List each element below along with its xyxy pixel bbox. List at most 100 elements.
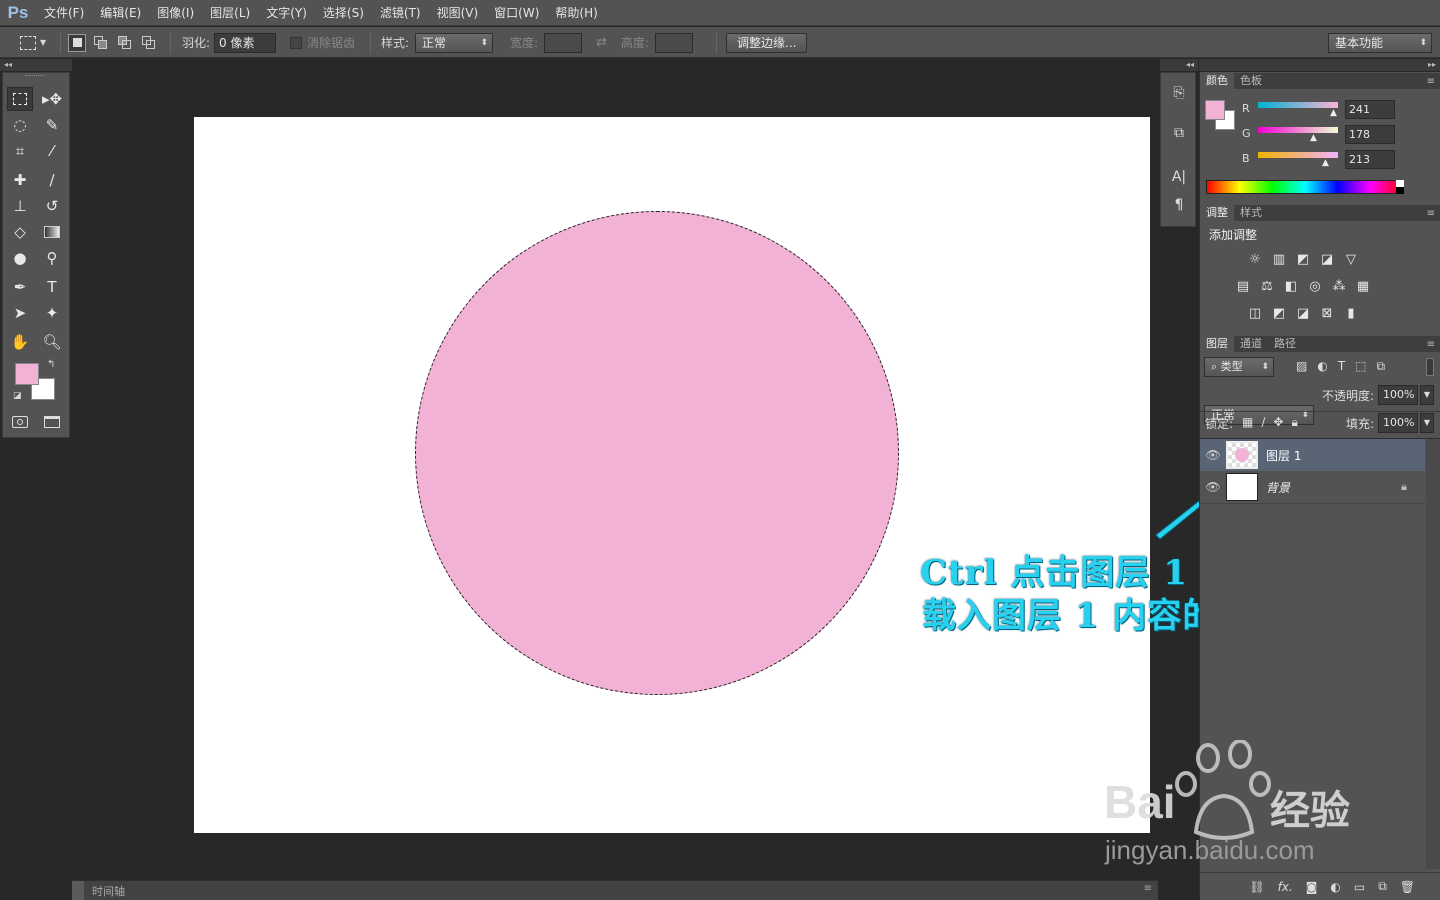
green-slider[interactable] [1258,127,1338,133]
tab-adjustments[interactable]: 调整 [1200,205,1234,221]
color-spectrum-bar[interactable] [1206,180,1404,194]
new-selection-icon[interactable] [68,33,86,52]
lock-position-icon[interactable]: ✥ [1273,415,1283,430]
panel-menu-icon[interactable]: ≡ [1427,76,1435,87]
lasso-icon[interactable]: ◌ [7,113,33,137]
dodge-icon[interactable]: ⚲ [39,246,65,270]
menu-view[interactable]: 视图(V) [429,0,487,26]
timeline-bar[interactable]: 时间轴 ≡ [72,880,1158,900]
hue-saturation-icon[interactable]: ▤ [1235,279,1251,294]
eraser-icon[interactable]: ◇ [7,220,33,244]
menu-image[interactable]: 图像(I) [149,0,202,26]
tab-channels[interactable]: 通道 [1234,336,1268,352]
gradient-map-icon[interactable]: ▮ [1343,306,1359,321]
menu-edit[interactable]: 编辑(E) [92,0,149,26]
vibrance-icon[interactable]: ▽ [1343,252,1359,267]
photo-filter-icon[interactable]: ◎ [1307,279,1323,294]
subtract-selection-icon[interactable] [116,34,134,52]
tab-layers[interactable]: 图层 [1200,336,1234,352]
layer-name[interactable]: 背景 [1266,479,1290,496]
menu-layer[interactable]: 图层(L) [202,0,258,26]
brush-icon[interactable]: ∕ [39,168,65,192]
lock-all-icon[interactable]: 🔒︎ [1291,415,1297,430]
red-slider[interactable] [1258,102,1338,108]
black-white-icon[interactable]: ◧ [1283,279,1299,294]
layers-scrollbar[interactable] [1426,439,1440,869]
slider-thumb-icon[interactable]: ▲ [1310,133,1317,143]
color-panel-foreground-swatch[interactable] [1205,100,1225,120]
character-panel-icon[interactable]: A| [1169,167,1189,187]
height-input[interactable] [655,32,693,53]
menu-window[interactable]: 窗口(W) [486,0,547,26]
panel-collapse-strip[interactable]: ▸▸ [1199,59,1440,71]
tab-swatches[interactable]: 色板 [1234,73,1268,89]
intersect-selection-icon[interactable] [140,34,158,52]
dock-collapse-strip[interactable]: ◂◂ [1160,59,1198,71]
refine-edge-button[interactable]: 调整边缘... [726,32,808,53]
healing-brush-icon[interactable]: ✚ [7,168,33,192]
menu-file[interactable]: 文件(F) [36,0,92,26]
invert-icon[interactable]: ◫ [1247,306,1263,321]
posterize-icon[interactable]: ◩ [1271,306,1287,321]
selective-color-icon[interactable]: ⊠ [1319,306,1335,321]
type-filter-icon[interactable]: T [1338,359,1345,374]
new-group-icon[interactable]: ▭ [1354,880,1365,894]
tab-styles[interactable]: 样式 [1234,205,1268,221]
tab-paths[interactable]: 路径 [1268,336,1302,352]
custom-shape-icon[interactable]: ✦ [39,301,65,325]
adjustment-filter-icon[interactable]: ◐ [1317,359,1327,374]
path-select-icon[interactable]: ➤ [7,301,33,325]
paragraph-panel-icon[interactable]: ¶ [1169,195,1189,215]
brightness-icon[interactable]: ☼ [1247,252,1263,267]
rect-marquee-icon[interactable] [7,87,33,111]
smart-object-filter-icon[interactable]: ⧉ [1377,359,1386,374]
toolbox-collapse-strip[interactable]: ◂◂ [0,59,72,71]
green-value-input[interactable]: 178 [1345,125,1395,144]
feather-input[interactable]: 0 像素 [214,32,277,53]
layer-name[interactable]: 图层 1 [1266,447,1301,464]
new-layer-icon[interactable]: ⧉ [1378,879,1387,894]
layer-filter-select[interactable]: ⌕ 类型 [1204,357,1274,377]
menu-help[interactable]: 帮助(H) [547,0,605,26]
layer-thumbnail[interactable] [1226,441,1258,469]
panel-menu-icon[interactable]: ≡ [1427,208,1435,219]
blur-icon[interactable]: ● [7,246,33,270]
workspace-select[interactable]: 基本功能 [1328,32,1432,53]
eye-icon[interactable]: 👁︎ [1200,448,1226,462]
exposure-icon[interactable]: ◪ [1319,252,1335,267]
slider-thumb-icon[interactable]: ▲ [1330,108,1337,118]
channel-mixer-icon[interactable]: ⁂ [1331,279,1347,294]
tab-color[interactable]: 颜色 [1200,73,1234,89]
add-mask-icon[interactable]: ◙ [1306,880,1318,894]
crop-icon[interactable]: ⌗ [7,139,33,163]
type-tool-icon[interactable]: T [39,275,65,299]
default-colors-icon[interactable]: ◪ [13,391,22,401]
hand-icon[interactable]: ✋ [7,330,33,354]
panel-menu-icon[interactable]: ≡ [1144,883,1152,894]
history-panel-icon[interactable]: ⎘ [1169,83,1189,103]
opacity-input[interactable]: 100% [1378,385,1418,405]
curves-icon[interactable]: ◩ [1295,252,1311,267]
add-selection-icon[interactable] [92,34,110,52]
menu-filter[interactable]: 滤镜(T) [372,0,429,26]
foreground-color-swatch[interactable] [15,363,39,385]
properties-panel-icon[interactable]: ⧉ [1169,123,1189,143]
menu-type[interactable]: 文字(Y) [258,0,315,26]
gradient-icon[interactable] [39,220,65,244]
clone-stamp-icon[interactable]: ⊥ [7,194,33,218]
antialias-checkbox[interactable] [290,36,302,49]
lock-pixels-icon[interactable]: ∕ [1261,415,1265,430]
fill-input[interactable]: 100% [1378,413,1418,433]
quick-mask-icon[interactable] [7,410,33,434]
screen-mode-icon[interactable] [39,410,65,434]
style-select[interactable]: 正常 [415,32,494,53]
link-layers-icon[interactable]: ⛓︎ [1249,880,1264,894]
eyedropper-icon[interactable]: ⁄ [39,139,65,163]
swap-colors-icon[interactable]: ↰ [47,359,55,370]
trash-icon[interactable]: 🗑︎ [1400,880,1415,894]
shape-filter-icon[interactable]: ⬚ [1355,359,1366,374]
pixel-filter-icon[interactable]: ▨ [1296,359,1307,374]
color-balance-icon[interactable]: ⚖ [1259,279,1275,294]
blue-value-input[interactable]: 213 [1345,150,1395,169]
zoom-icon[interactable]: 🔍︎ [39,330,65,354]
